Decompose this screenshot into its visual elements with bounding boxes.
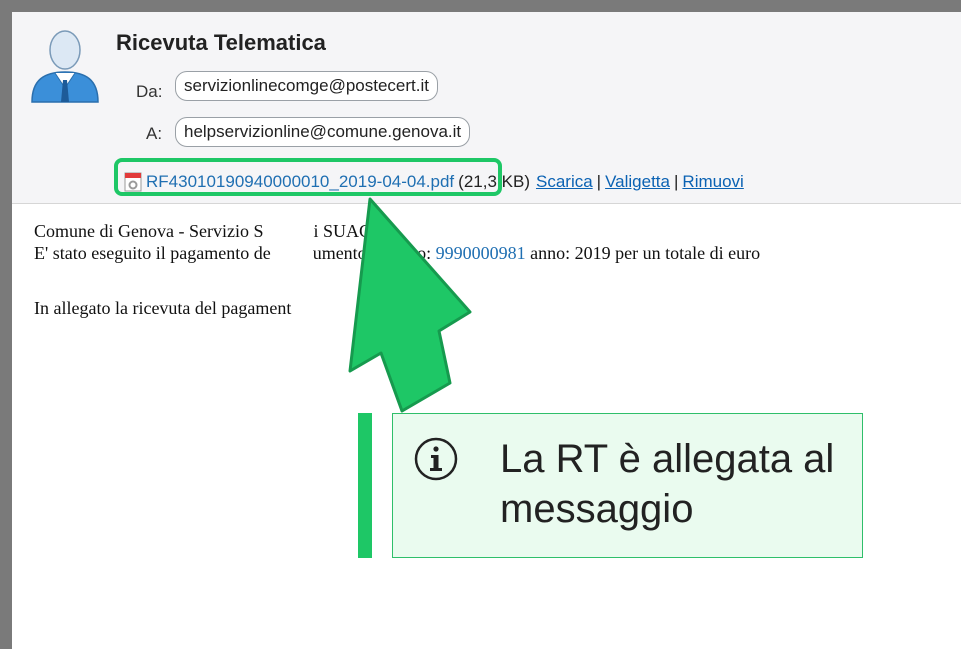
separator: | <box>674 172 679 191</box>
body-line-2-mid: umento numero: <box>312 243 432 263</box>
body-line-2: E' stato eseguito il pagamento de umento … <box>34 243 760 264</box>
window-frame-left <box>0 0 12 649</box>
to-label: A: <box>146 124 163 143</box>
from-address[interactable]: servizionlinecomge@postecert.it <box>175 71 438 101</box>
info-icon <box>414 437 458 481</box>
from-label: Da: <box>136 82 163 101</box>
download-link[interactable]: Scarica <box>530 172 593 192</box>
briefcase-link[interactable]: Valigetta <box>605 172 670 192</box>
callout-accent-bar <box>358 413 372 558</box>
window-frame-top <box>0 0 961 12</box>
body-line-2-start: E' stato eseguito il pagamento de <box>34 243 271 263</box>
remove-link[interactable]: Rimuovi <box>682 172 743 192</box>
document-number: 9990000981 <box>435 243 526 263</box>
to-address[interactable]: helpservizionline@comune.genova.it <box>175 117 471 147</box>
body-line-3: In allegato la ricevuta del pagament <box>34 298 292 318</box>
body-line-2-end: anno: 2019 per un totale di euro <box>530 243 761 263</box>
body-line-1: Comune di Genova - Servizio S i SUAC <box>34 221 371 242</box>
body-line-1-end: i SUAC <box>313 221 371 241</box>
body-line-1-start: Comune di Genova - Servizio S <box>34 221 264 241</box>
email-subject: Ricevuta Telematica <box>116 30 326 55</box>
separator: | <box>596 172 602 191</box>
attachment-highlight <box>114 158 502 196</box>
contact-avatar-icon <box>31 30 99 103</box>
callout-text: La RT è allegata al messaggio <box>500 437 835 531</box>
